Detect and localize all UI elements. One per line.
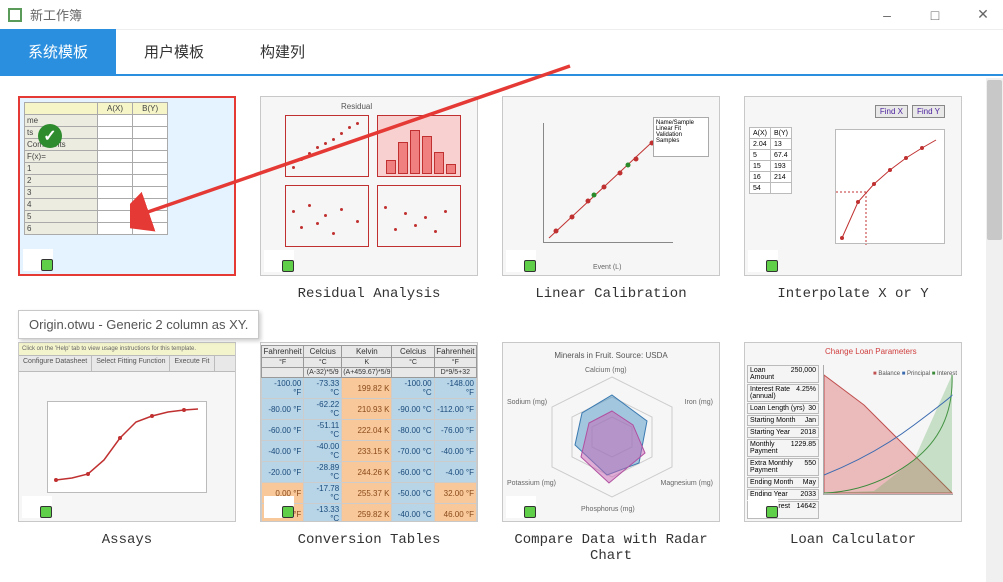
template-linear-calibration[interactable]: Name/SampleLinear FitValidation Samples … [502,96,720,324]
template-thumbnail: Click on the 'Help' tab to view usage in… [18,342,236,522]
lock-icon [264,496,294,518]
checkmark-icon: ✓ [38,124,62,148]
template-caption: Linear Calibration [535,286,686,320]
find-buttons: Find XFind Y [875,105,945,118]
window-title: 新工作簿 [30,5,875,24]
tab-user-templates[interactable]: 用户模板 [116,29,232,74]
template-thumbnail: FahrenheitCelciusKelvinCelciusFahrenheit… [260,342,478,522]
app-icon [8,8,22,22]
template-thumbnail: A(X)B(Y) me ts Comments F(x)= 1 2 3 4 5 … [18,96,236,276]
maximize-button[interactable]: □ [923,3,947,27]
chart-legend: Name/SampleLinear FitValidation Samples [653,117,709,157]
template-thumbnail: Name/SampleLinear FitValidation Samples … [502,96,720,276]
template-thumbnail: Change Loan Parameters Loan Amount250,00… [744,342,962,522]
titlebar: 新工作簿 – □ ✕ [0,0,1003,30]
scrollbar-thumb[interactable] [987,80,1002,240]
tooltip: Origin.otwu - Generic 2 column as XY. [18,310,259,339]
template-caption: Residual Analysis [298,286,441,320]
template-thumbnail: Residual [260,96,478,276]
lock-icon [23,249,53,271]
lock-icon [506,496,536,518]
tab-system-templates[interactable]: 系统模板 [0,29,116,74]
lock-icon [506,250,536,272]
template-caption: Conversion Tables [298,532,441,566]
lock-icon [748,250,778,272]
lock-icon [22,496,52,518]
lock-icon [748,496,778,518]
close-button[interactable]: ✕ [971,3,995,27]
template-caption: Assays [102,532,152,566]
template-conversion-tables[interactable]: FahrenheitCelciusKelvinCelciusFahrenheit… [260,342,478,570]
template-caption: Compare Data with Radar Chart [502,532,720,566]
template-interpolate[interactable]: Find XFind Y A(X)B(Y) 2.0413 567.4 15193… [744,96,962,324]
template-thumbnail: Minerals in Fruit. Source: USDA Calcium … [502,342,720,522]
template-caption: Loan Calculator [790,532,916,566]
tab-build-column[interactable]: 构建列 [232,29,333,74]
window-controls: – □ ✕ [875,3,995,27]
scrollbar[interactable] [986,78,1003,582]
template-assays[interactable]: Click on the 'Help' tab to view usage in… [18,342,236,570]
template-thumbnail: Find XFind Y A(X)B(Y) 2.0413 567.4 15193… [744,96,962,276]
template-caption: Interpolate X or Y [777,286,928,320]
template-radar[interactable]: Minerals in Fruit. Source: USDA Calcium … [502,342,720,570]
template-generic-xy[interactable]: A(X)B(Y) me ts Comments F(x)= 1 2 3 4 5 … [18,96,236,324]
lock-icon [264,250,294,272]
template-loan-calculator[interactable]: Change Loan Parameters Loan Amount250,00… [744,342,962,570]
minimize-button[interactable]: – [875,3,899,27]
template-residual-analysis[interactable]: Residual [260,96,478,324]
tab-bar: 系统模板 用户模板 构建列 [0,30,1003,76]
